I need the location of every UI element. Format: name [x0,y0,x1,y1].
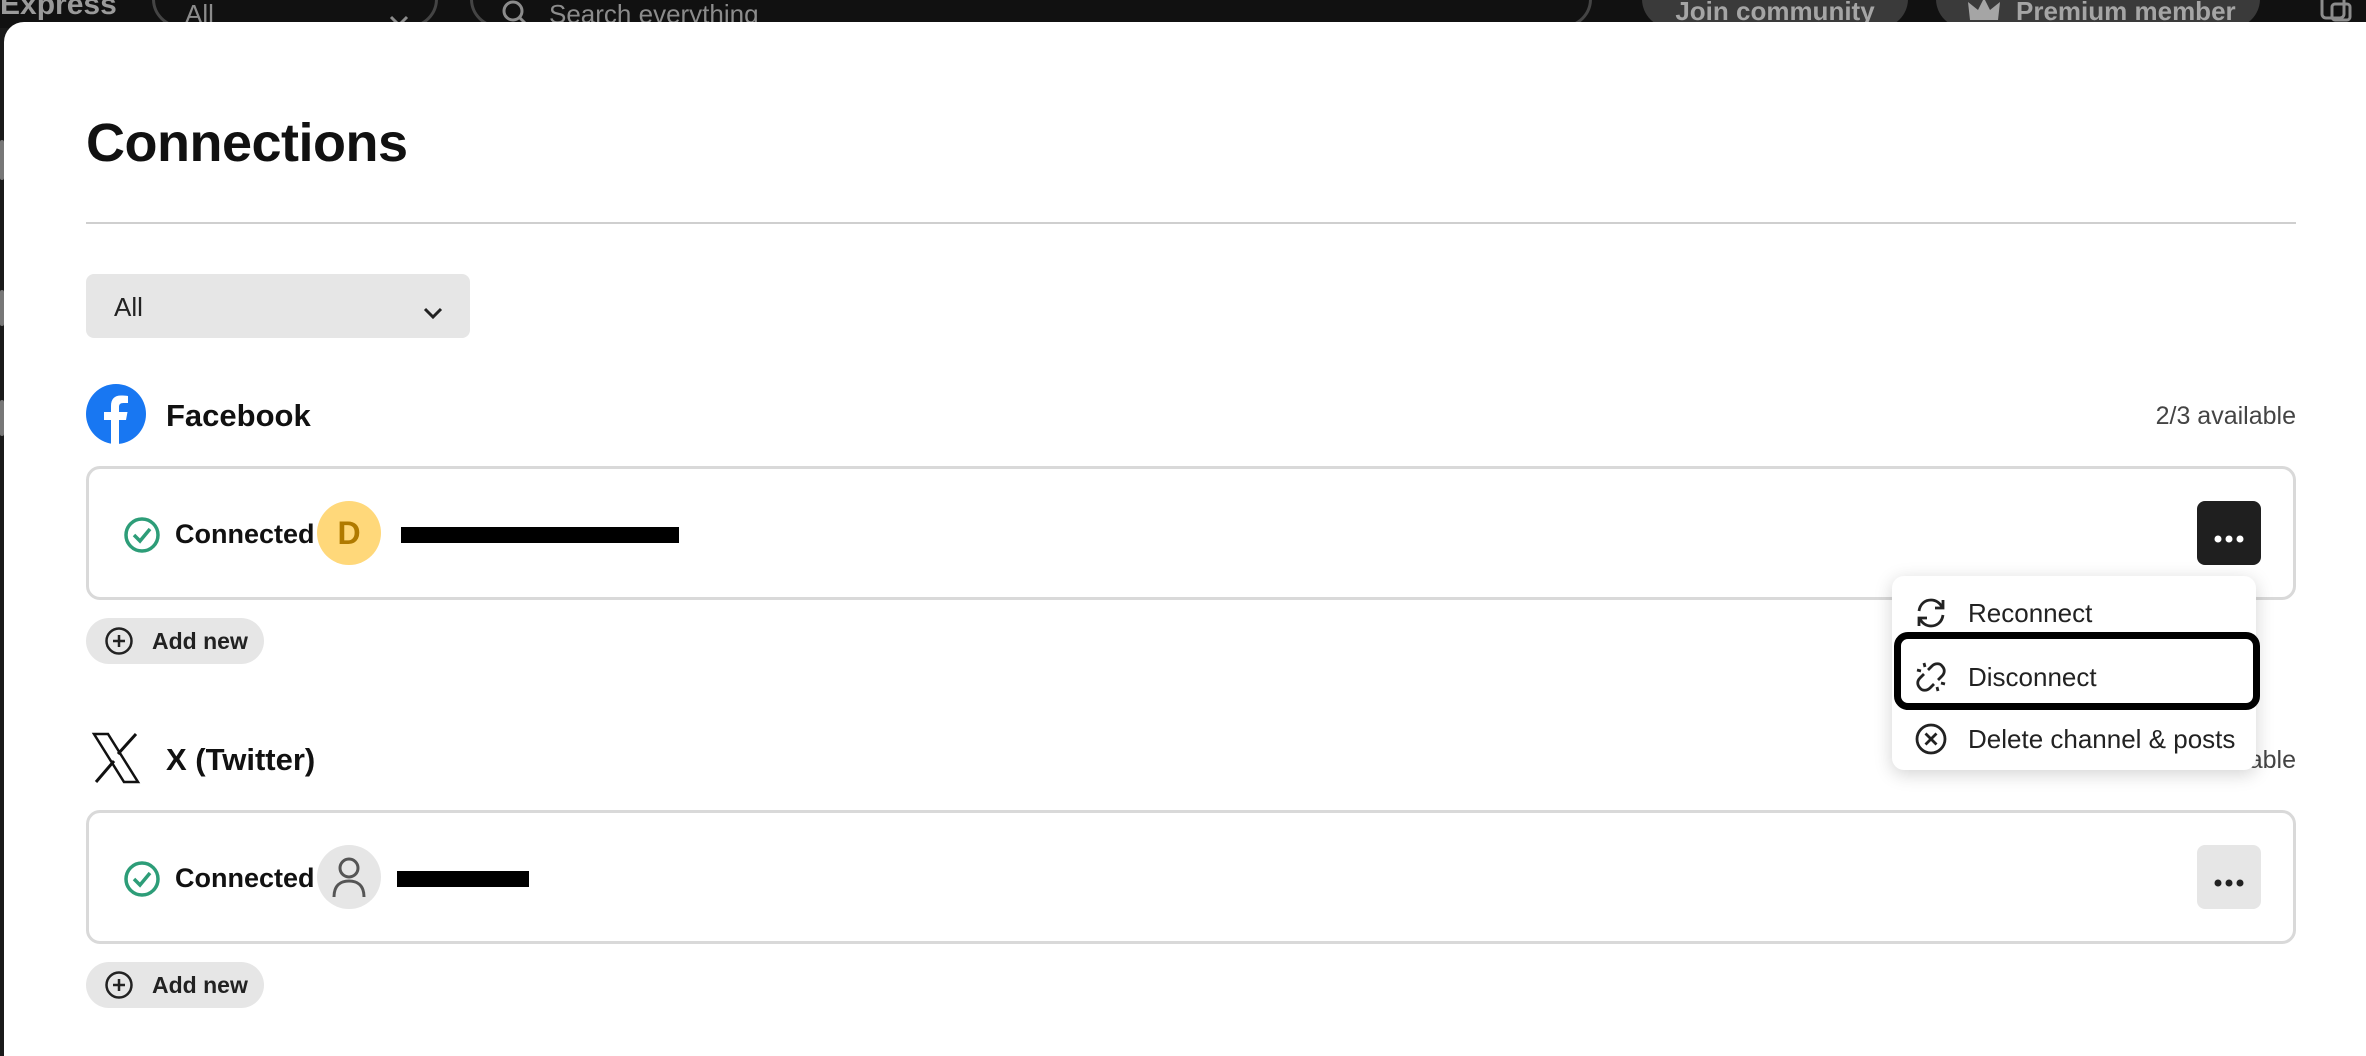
account-avatar: D [317,501,381,565]
menu-item-label: Delete channel & posts [1968,724,2236,754]
account-avatar [317,845,381,909]
refresh-icon [1914,596,1948,635]
menu-item-label: Reconnect [1968,598,2093,628]
twitter-section-title: X (Twitter) [166,742,316,777]
more-options-button[interactable] [2197,845,2261,909]
menu-focus-ring [1894,632,2260,710]
connection-status: Connected [175,863,315,893]
add-circle-icon [104,626,134,662]
user-icon [332,857,366,898]
close-circle-icon [1914,722,1948,761]
more-horizontal-icon [2214,874,2244,892]
check-circle-icon [123,860,161,903]
connection-status: Connected [175,519,315,549]
x-logo-icon [90,730,142,791]
facebook-add-new-button[interactable]: Add new [86,618,264,664]
platform-filter-select[interactable]: All [86,274,470,338]
chevron-down-icon [422,296,444,327]
app-brand: Express [0,0,117,21]
title-divider [86,222,2296,224]
connections-panel: Connections All Facebook 2/3 available C… [4,22,2366,1056]
platform-filter-value: All [114,292,143,322]
add-new-label: Add new [152,628,248,654]
page-title: Connections [86,113,408,173]
redacted-account-name [397,871,529,887]
check-circle-icon [123,516,161,559]
more-horizontal-icon [2214,530,2244,548]
facebook-section-header: Facebook 2/3 available [86,384,2296,448]
facebook-availability: 2/3 available [2155,402,2296,430]
add-circle-icon [104,970,134,1006]
more-options-button[interactable] [2197,501,2261,565]
facebook-logo-icon [86,384,146,449]
menu-item-delete-channel[interactable]: Delete channel & posts [1892,706,2256,768]
add-new-label: Add new [152,972,248,998]
twitter-connection-card: Connected [86,810,2296,944]
facebook-section-title: Facebook [166,398,311,433]
twitter-add-new-button[interactable]: Add new [86,962,264,1008]
redacted-account-name [401,527,679,543]
